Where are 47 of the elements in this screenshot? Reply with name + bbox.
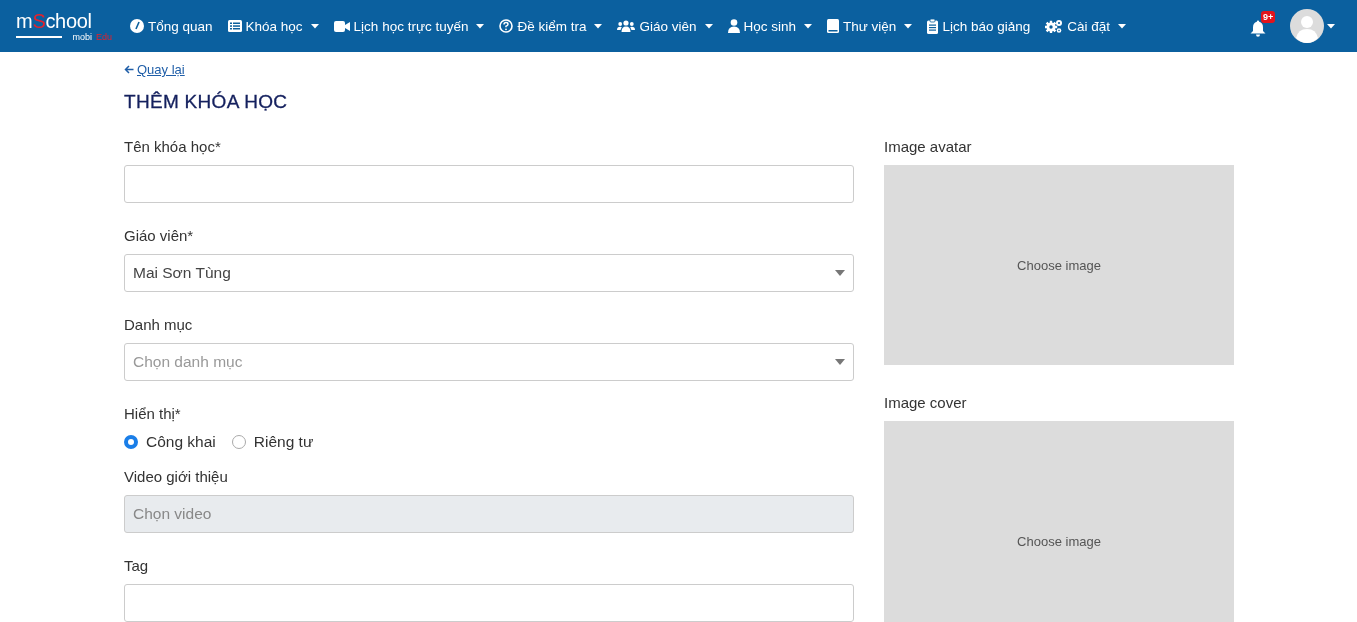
logo[interactable]: mSchool mobi Edu bbox=[16, 10, 112, 42]
users-icon bbox=[617, 20, 636, 32]
question-circle-icon bbox=[499, 19, 514, 33]
nav-item[interactable]: Cài đặt bbox=[1045, 18, 1126, 34]
arrow-left-icon bbox=[124, 65, 134, 74]
book-icon bbox=[827, 19, 840, 33]
list-icon bbox=[227, 20, 242, 32]
page-title: THÊM KHÓA HỌC bbox=[124, 91, 289, 113]
input-field[interactable] bbox=[124, 584, 854, 622]
radio-button[interactable] bbox=[124, 435, 138, 449]
nav-item[interactable]: Thư viện bbox=[827, 18, 913, 34]
gauge-icon bbox=[130, 19, 144, 33]
video-camera-icon bbox=[333, 20, 350, 32]
caret-icon bbox=[1327, 23, 1335, 29]
user-icon bbox=[727, 19, 740, 33]
input-field[interactable] bbox=[124, 165, 854, 203]
nav-item[interactable]: Lịch học trực tuyến bbox=[333, 18, 485, 34]
radio-option[interactable]: Riêng tư bbox=[231, 433, 314, 451]
nav-item[interactable]: Giáo viên bbox=[617, 18, 713, 34]
field-label: Video giới thiệu bbox=[124, 467, 229, 487]
nav-item[interactable]: Khóa học bbox=[227, 18, 319, 34]
bell-icon[interactable] bbox=[1250, 19, 1266, 37]
clipboard-icon bbox=[927, 18, 939, 34]
select-field[interactable]: Mai Sơn Tùng bbox=[124, 254, 854, 292]
back-link[interactable]: Quay lại bbox=[124, 62, 185, 77]
field-label: Giáo viên* bbox=[124, 226, 195, 246]
caret-icon bbox=[835, 359, 845, 365]
gears-icon bbox=[1045, 19, 1064, 33]
nav-item[interactable]: Học sinh bbox=[727, 18, 813, 34]
avatar-icon bbox=[1290, 9, 1324, 43]
caret-icon bbox=[835, 270, 845, 276]
logo-subtitle: mobi Edu bbox=[16, 31, 112, 42]
field-label: Tên khóa học* bbox=[124, 137, 222, 157]
field-label: Hiển thị* bbox=[124, 404, 182, 424]
image-label: Image cover bbox=[884, 393, 968, 413]
nav-item[interactable]: Lịch báo giảng bbox=[927, 18, 1031, 34]
field-label: Tag bbox=[124, 556, 150, 576]
user-menu[interactable] bbox=[1290, 9, 1335, 43]
nav-item[interactable]: Tổng quan bbox=[130, 18, 213, 34]
logo-text: mSchool bbox=[16, 10, 93, 31]
notification-badge: 9+ bbox=[1261, 10, 1276, 23]
nav-item[interactable]: Đề kiểm tra bbox=[499, 18, 603, 34]
field-label: Danh mục bbox=[124, 315, 194, 335]
image-upload-area[interactable]: Choose image bbox=[884, 421, 1234, 622]
image-label: Image avatar bbox=[884, 137, 973, 157]
radio-option[interactable]: Công khai bbox=[124, 433, 216, 451]
image-upload-area[interactable]: Choose image bbox=[884, 165, 1234, 365]
